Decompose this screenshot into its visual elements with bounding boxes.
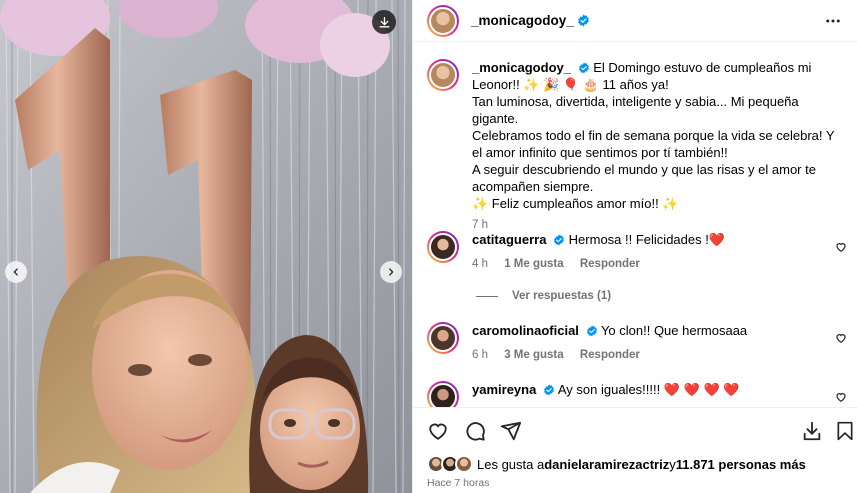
caption-text: _monicagodoy_ El Domingo estuvo de cumpl… bbox=[472, 59, 847, 93]
post-caption: _monicagodoy_ El Domingo estuvo de cumpl… bbox=[427, 59, 847, 234]
like-comment-heart-icon[interactable] bbox=[835, 241, 847, 253]
caption-time[interactable]: 7 h bbox=[472, 219, 488, 231]
comment-icon[interactable] bbox=[464, 420, 486, 442]
author-username[interactable]: _monicagodoy_ bbox=[471, 13, 574, 28]
instagram-post: _monicagodoy_ _monicagodoy_ El Domingo e… bbox=[0, 0, 857, 493]
caption-line-2: Tan luminosa, divertida, inteligente y s… bbox=[472, 94, 799, 126]
heart-emoji: ❤️ bbox=[708, 232, 726, 247]
comment-item: caromolinaoficial Yo clon!! Que hermosaa… bbox=[427, 322, 847, 364]
caption-line-5: ✨ Feliz cumpleaños amor mío!! ✨ bbox=[472, 196, 679, 211]
heart-icon[interactable] bbox=[427, 420, 449, 442]
comment-meta: 4 h 1 Me gusta Responder bbox=[472, 256, 812, 273]
chevron-left-icon bbox=[13, 268, 18, 276]
caption-line-3: Celebramos todo el fin de semana porque … bbox=[472, 128, 835, 160]
post-header: _monicagodoy_ bbox=[413, 0, 857, 42]
caption-username[interactable]: _monicagodoy_ bbox=[472, 60, 571, 75]
post-sidebar: _monicagodoy_ _monicagodoy_ El Domingo e… bbox=[412, 0, 857, 493]
comment-meta: 6 h 3 Me gusta Responder bbox=[472, 347, 812, 364]
reply-button[interactable]: Responder bbox=[580, 349, 640, 361]
likes-summary: Les gusta a danielaramirezactriz y 11.87… bbox=[427, 455, 806, 473]
author-avatar[interactable] bbox=[427, 4, 459, 37]
comment-text-line: caromolinaoficial Yo clon!! Que hermosaa… bbox=[472, 322, 812, 339]
post-photo bbox=[0, 0, 412, 493]
save-icon[interactable] bbox=[801, 420, 823, 442]
liker-avatar bbox=[455, 455, 473, 473]
chevron-right-icon bbox=[389, 268, 394, 276]
verified-icon bbox=[578, 62, 589, 74]
post-time-ago[interactable]: Hace 7 horas bbox=[427, 477, 489, 489]
liker-avatars[interactable] bbox=[427, 455, 473, 473]
likes-prefix: Les gusta a bbox=[477, 456, 545, 472]
comment-avatar[interactable] bbox=[427, 322, 459, 354]
comment-avatar[interactable] bbox=[427, 381, 459, 407]
comment-item: yamireyna Ay son iguales!!!!! ❤️ ❤️ ❤️ ❤… bbox=[427, 381, 847, 407]
comment-username[interactable]: catitaguerra bbox=[472, 232, 546, 247]
verified-icon bbox=[577, 14, 589, 27]
next-slide-button[interactable] bbox=[380, 261, 402, 283]
comment-likes[interactable]: 1 Me gusta bbox=[504, 258, 563, 270]
verified-icon bbox=[544, 384, 554, 396]
comment-item: catitaguerra Hermosa !! Felicidades !❤️ … bbox=[427, 231, 847, 273]
view-replies-label: Ver respuestas (1) bbox=[512, 290, 612, 302]
like-comment-heart-icon[interactable] bbox=[835, 332, 847, 344]
verified-icon bbox=[554, 234, 564, 246]
comment-text-line: catitaguerra Hermosa !! Felicidades !❤️ bbox=[472, 231, 812, 248]
comments-scroll-area[interactable]: _monicagodoy_ El Domingo estuvo de cumpl… bbox=[413, 43, 857, 407]
view-replies-button[interactable]: Ver respuestas (1) bbox=[476, 290, 611, 302]
comment-time[interactable]: 6 h bbox=[472, 349, 488, 361]
download-icon bbox=[379, 16, 389, 27]
share-icon[interactable] bbox=[500, 420, 522, 442]
reply-button[interactable]: Responder bbox=[580, 258, 640, 270]
verified-icon bbox=[586, 325, 597, 337]
likes-user[interactable]: danielaramirezactriz bbox=[544, 457, 669, 472]
likes-count[interactable]: 11.871 personas más bbox=[676, 457, 806, 472]
bookmark-icon[interactable] bbox=[835, 420, 855, 442]
comment-text: Hermosa !! Felicidades ! bbox=[568, 232, 709, 247]
comment-text: Ay son iguales!!!!! bbox=[557, 382, 664, 397]
download-button[interactable] bbox=[372, 10, 396, 34]
replies-divider bbox=[476, 295, 498, 297]
heart-emoji: ❤️ ❤️ ❤️ ❤️ bbox=[663, 382, 740, 397]
comment-text-line: yamireyna Ay son iguales!!!!! ❤️ ❤️ ❤️ ❤… bbox=[472, 381, 812, 398]
caption-avatar[interactable] bbox=[427, 59, 459, 91]
action-bar bbox=[413, 407, 857, 451]
prev-slide-button[interactable] bbox=[5, 261, 27, 283]
comment-username[interactable]: caromolinaoficial bbox=[472, 323, 579, 338]
comment-avatar[interactable] bbox=[427, 231, 459, 263]
like-comment-heart-icon[interactable] bbox=[835, 391, 847, 403]
comment-text: Yo clon!! Que hermosaaa bbox=[600, 323, 748, 338]
comment-username[interactable]: yamireyna bbox=[472, 382, 536, 397]
comment-time[interactable]: 4 h bbox=[472, 258, 488, 270]
caption-line-4: A seguir descubriendo el mundo y que las… bbox=[472, 162, 816, 194]
more-options-icon[interactable] bbox=[824, 12, 842, 30]
comment-likes[interactable]: 3 Me gusta bbox=[504, 349, 563, 361]
post-media[interactable] bbox=[0, 0, 412, 493]
